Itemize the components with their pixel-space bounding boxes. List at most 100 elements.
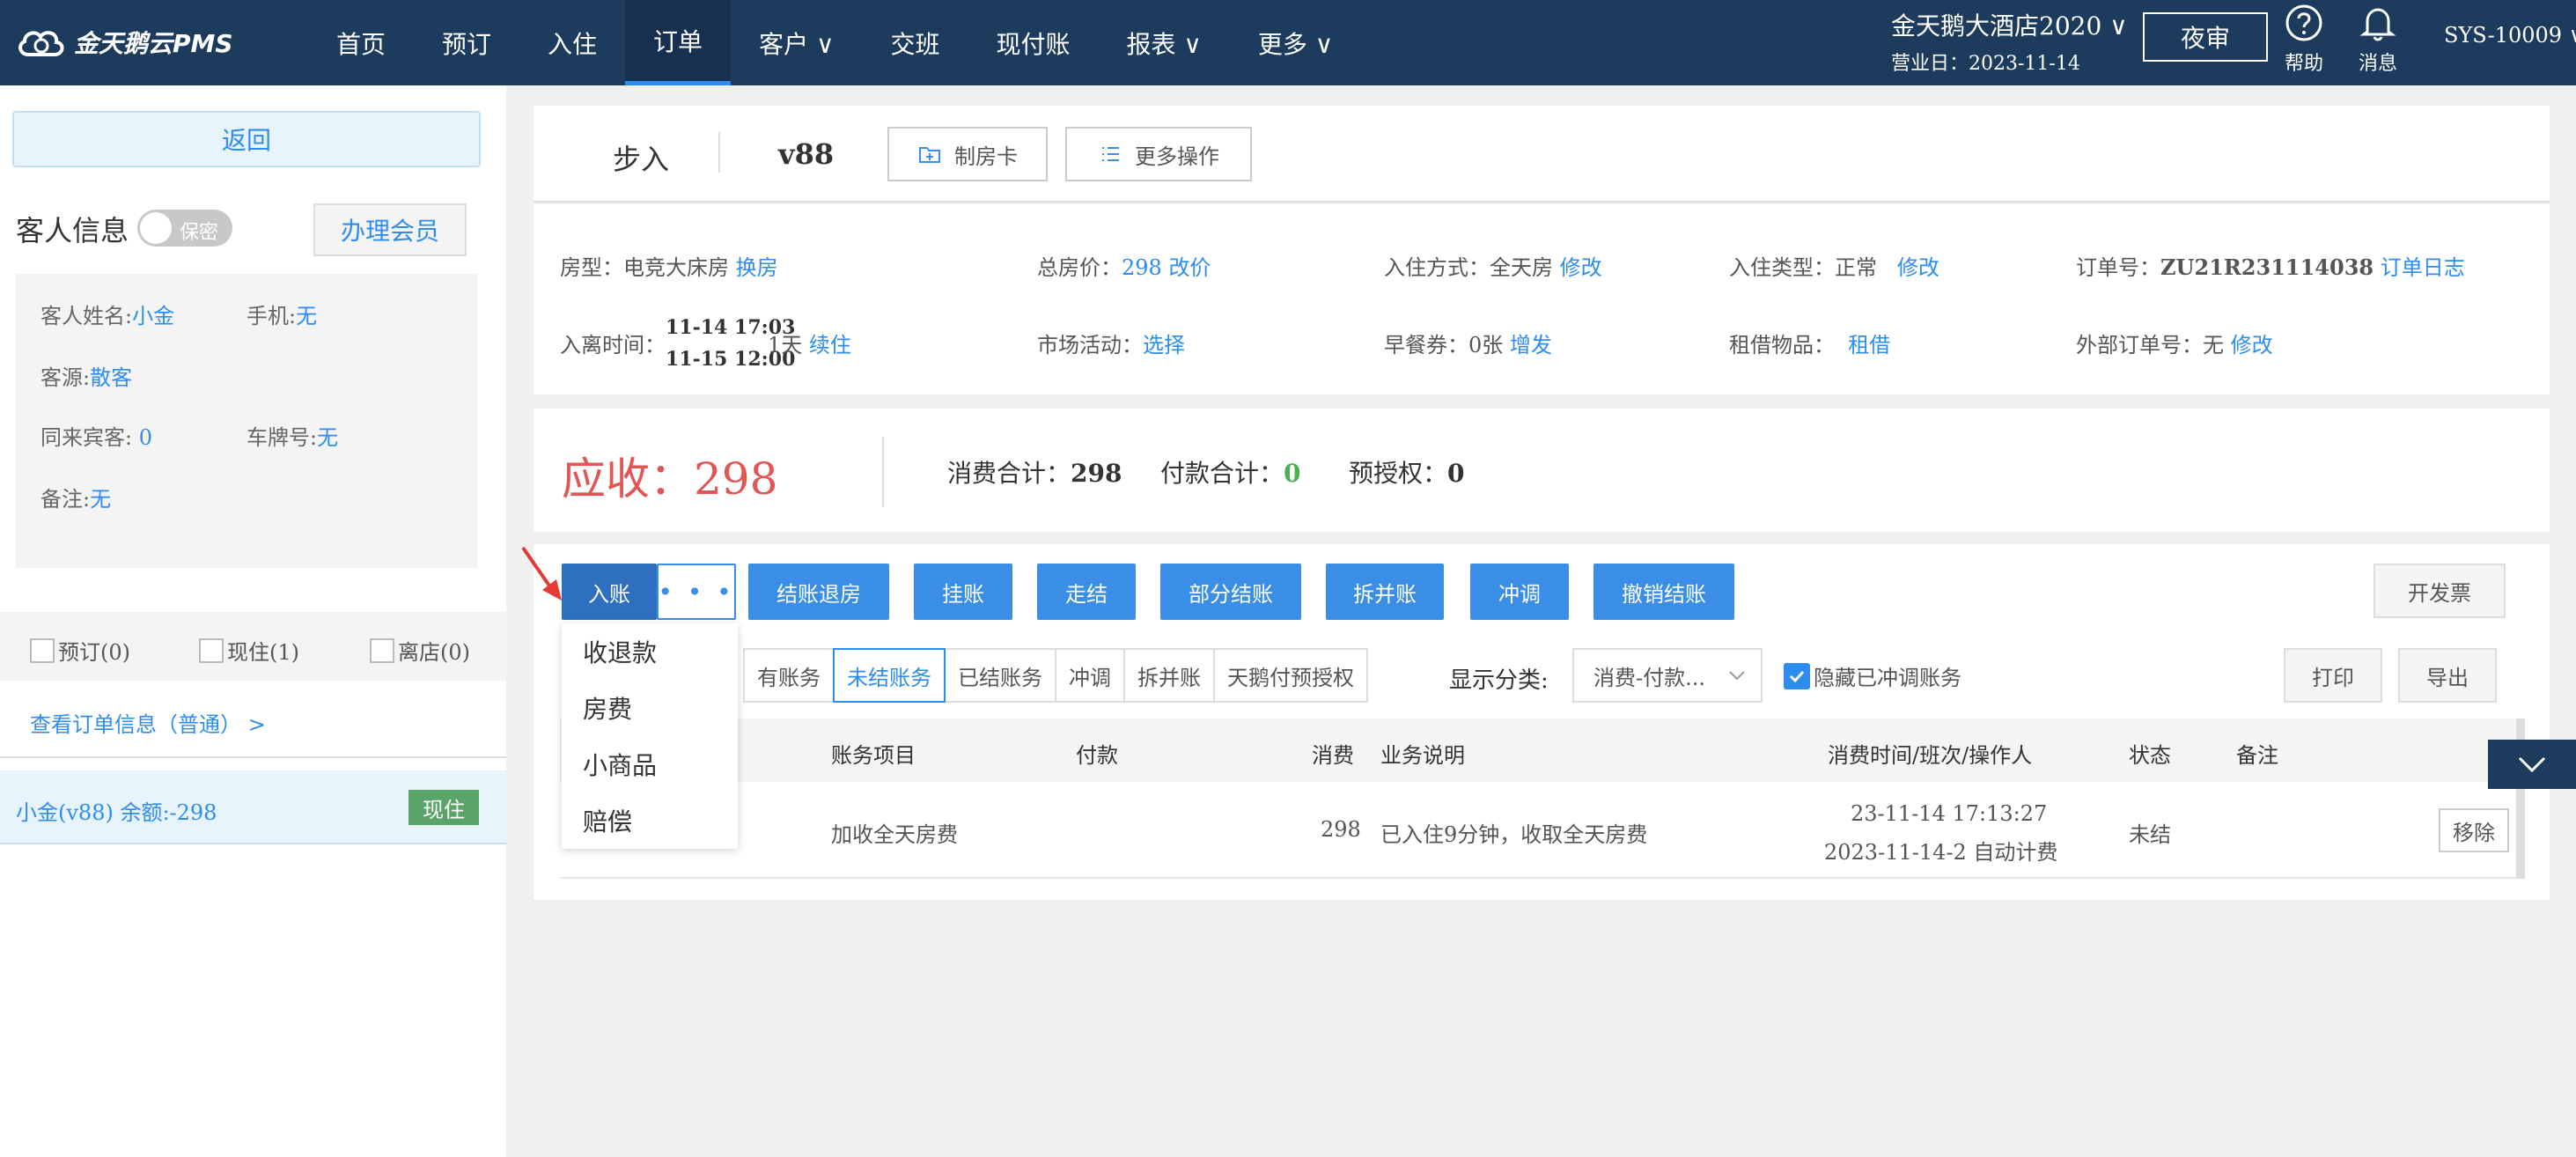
tab-settled[interactable]: 已结账务 xyxy=(944,648,1056,703)
divider xyxy=(0,756,506,758)
tab-split-merge[interactable]: 拆并账 xyxy=(1123,648,1215,703)
edit-checkin-method-link[interactable]: 修改 xyxy=(1560,255,1602,280)
edit-checkin-type-link[interactable]: 修改 xyxy=(1897,255,1939,280)
companions-field: 同来宾客: 0 xyxy=(40,420,152,451)
checkout-button[interactable]: 结账退房 xyxy=(748,564,889,620)
user-menu[interactable]: SYS-10009 ∨ xyxy=(2444,23,2576,48)
filter-checkedout-label: 离店(0) xyxy=(398,640,470,665)
hide-adjusted-checkbox[interactable]: 隐藏已冲调账务 xyxy=(1784,660,1961,691)
companions-value[interactable]: 0 xyxy=(139,425,152,450)
nights-field: 1天 续住 xyxy=(768,328,851,358)
nav-more[interactable]: 更多 ∨ xyxy=(1230,0,1361,85)
post-entry-button[interactable]: 入账 xyxy=(562,564,657,620)
hotel-name[interactable]: 金天鹅大酒店2020 ∨ xyxy=(1891,7,2138,42)
status-filter: 预订(0) 现住(1) 离店(0) xyxy=(0,612,506,681)
walkin-label: 步入 xyxy=(613,143,670,176)
adjust-button[interactable]: 冲调 xyxy=(1470,564,1569,620)
logo[interactable]: 金天鹅云PMS xyxy=(16,23,233,62)
tab-unsettled[interactable]: 未结账务 xyxy=(833,648,946,703)
print-button[interactable]: 打印 xyxy=(2284,648,2382,703)
post-entry-more-button[interactable]: • • • xyxy=(657,564,736,620)
menu-item-compensation[interactable]: 赔偿 xyxy=(562,792,738,849)
change-room-link[interactable]: 换房 xyxy=(736,255,778,280)
help-icon xyxy=(2285,4,2322,41)
plate-value[interactable]: 无 xyxy=(317,425,338,450)
left-panel: 返回 客人信息 保密 办理会员 客人姓名:小金 手机:无 客源:散客 同来宾客:… xyxy=(0,85,506,1157)
nav-customers[interactable]: 客户 ∨ xyxy=(731,0,862,85)
filter-inhouse[interactable]: 现住(1) xyxy=(199,635,299,666)
logo-text: 金天鹅云PMS xyxy=(74,29,233,58)
chevron-down-icon xyxy=(2518,756,2546,773)
cell-status: 未结 xyxy=(2129,822,2171,847)
more-operations-button[interactable]: 更多操作 xyxy=(1065,127,1252,181)
tab-all-accounts[interactable]: 有账务 xyxy=(743,648,835,703)
privacy-toggle-label: 保密 xyxy=(180,222,219,244)
nav-orders[interactable]: 订单 xyxy=(625,0,732,85)
order-details: 房型：电竞大床房 换房 总房价：298 改价 入住方式：全天房 修改 入住类型：… xyxy=(534,204,2550,394)
nav-home[interactable]: 首页 xyxy=(308,0,414,85)
divider xyxy=(882,437,884,507)
menu-item-refund[interactable]: 收退款 xyxy=(562,623,738,680)
filter-inhouse-label: 现住(1) xyxy=(227,640,299,665)
tab-preauth[interactable]: 天鹅付预授权 xyxy=(1213,648,1368,703)
partial-settle-button[interactable]: 部分结账 xyxy=(1160,564,1301,620)
room-number: v88 xyxy=(778,137,835,171)
remove-button[interactable]: 移除 xyxy=(2439,808,2509,852)
back-button[interactable]: 返回 xyxy=(12,111,481,167)
export-button[interactable]: 导出 xyxy=(2398,648,2497,703)
change-price-link[interactable]: 298 改价 xyxy=(1122,255,1211,280)
hang-account-button[interactable]: 挂账 xyxy=(914,564,1012,620)
hotel-selector[interactable]: 金天鹅大酒店2020 ∨ 营业日：2023-11-14 xyxy=(1891,7,2138,77)
collapse-toggle[interactable] xyxy=(2488,740,2576,789)
messages-button[interactable]: 消息 xyxy=(2347,4,2409,79)
checkin-type-field: 入住类型：正常 修改 xyxy=(1729,250,1939,281)
view-order-info-link[interactable]: 查看订单信息（普通） > xyxy=(30,707,266,738)
nav-reservation[interactable]: 预订 xyxy=(414,0,519,85)
hide-adjusted-label: 隐藏已冲调账务 xyxy=(1814,666,1961,690)
toggle-knob xyxy=(140,212,172,244)
order-no-field: 订单号：ZU21R231114038 订单日志 xyxy=(2076,250,2465,281)
nights-value: 1天 xyxy=(768,333,803,357)
source-value[interactable]: 散客 xyxy=(90,365,132,390)
tab-adjusted[interactable]: 冲调 xyxy=(1055,648,1125,703)
menu-item-room-fee[interactable]: 房费 xyxy=(562,680,738,736)
guest-name-value[interactable]: 小金 xyxy=(132,304,174,328)
remark-value[interactable]: 无 xyxy=(90,487,111,512)
nav-cash-account[interactable]: 现付账 xyxy=(968,0,1098,85)
extend-stay-link[interactable]: 续住 xyxy=(809,333,851,357)
guest-list-item[interactable]: 小金(v88) 余额:-298 现住 xyxy=(0,770,506,844)
column-header: 消费 xyxy=(1312,743,1354,768)
checked-icon[interactable] xyxy=(1784,662,1810,689)
filter-reserved[interactable]: 预订(0) xyxy=(30,635,130,666)
consumption-label: 消费合计： xyxy=(947,459,1071,488)
filter-checkedout[interactable]: 离店(0) xyxy=(370,635,470,666)
checkbox[interactable] xyxy=(370,637,394,663)
invoice-button[interactable]: 开发票 xyxy=(2374,564,2506,618)
display-class-label: 显示分类: xyxy=(1449,667,1549,694)
order-log-link[interactable]: 订单日志 xyxy=(2381,255,2465,280)
register-member-button[interactable]: 办理会员 xyxy=(313,203,467,256)
edit-external-order-link[interactable]: 修改 xyxy=(2231,333,2273,357)
night-audit-button[interactable]: 夜审 xyxy=(2143,12,2268,62)
checkbox[interactable] xyxy=(30,637,55,663)
add-breakfast-link[interactable]: 增发 xyxy=(1510,333,1552,357)
help-button[interactable]: 帮助 xyxy=(2273,4,2335,79)
nav-checkin[interactable]: 入住 xyxy=(519,0,625,85)
nav-reports[interactable]: 报表 ∨ xyxy=(1099,0,1230,85)
rental-link[interactable]: 租借 xyxy=(1848,333,1890,357)
checkbox[interactable] xyxy=(199,637,224,663)
privacy-toggle[interactable]: 保密 xyxy=(137,210,232,247)
walk-settle-button[interactable]: 走结 xyxy=(1037,564,1136,620)
phone-value[interactable]: 无 xyxy=(296,304,317,328)
table-row[interactable]: 加收全天房费 298 已入住9分钟，收取全天房费 23-11-14 17:13:… xyxy=(560,782,2516,879)
display-class-select[interactable]: 消费-付款... xyxy=(1572,648,1763,703)
make-room-card-button[interactable]: 制房卡 xyxy=(887,127,1048,181)
column-header: 账务项目 xyxy=(831,743,916,768)
cell-time: 23-11-14 17:13:27 xyxy=(1851,801,2048,826)
cell-shift: 2023-11-14-2 自动计费 xyxy=(1824,840,2058,865)
select-market-link[interactable]: 选择 xyxy=(1143,333,1185,357)
undo-checkout-button[interactable]: 撤销结账 xyxy=(1593,564,1734,620)
split-merge-button[interactable]: 拆并账 xyxy=(1326,564,1444,620)
menu-item-goods[interactable]: 小商品 xyxy=(562,736,738,792)
nav-shift[interactable]: 交班 xyxy=(862,0,968,85)
